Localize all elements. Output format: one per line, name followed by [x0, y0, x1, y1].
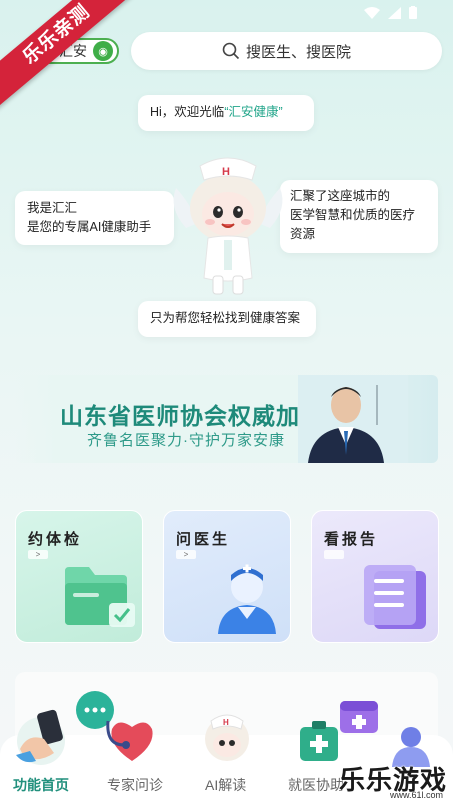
feature-cards: 约体检 > 问医生 > 看报告	[15, 510, 439, 643]
stethoscope-heart-icon	[106, 720, 153, 761]
intro-line: 是您的专属AI健康助手	[27, 220, 152, 234]
tab-home[interactable]: 功能首页	[13, 775, 69, 795]
gather-bubble: 汇聚了这座城市的 医学智慧和优质的医疗 资源	[280, 180, 438, 253]
search-icon	[222, 42, 240, 60]
help-bubble: 只为帮您轻松找到健康答案	[138, 301, 316, 337]
card-arrow: >	[28, 550, 48, 559]
site-watermark-url: www.61l.com	[389, 790, 443, 800]
banner-subtitle: 齐鲁名医聚力·守护万家安康	[87, 432, 285, 449]
card-view-report[interactable]: 看报告	[311, 510, 439, 643]
help-text: 只为帮您轻松找到健康答案	[150, 311, 301, 325]
report-icon	[364, 565, 426, 629]
search-bar[interactable]: 搜医生、搜医院	[131, 32, 442, 70]
card-checkup[interactable]: 约体检 >	[15, 510, 143, 643]
card-title: 看报告	[324, 531, 379, 548]
signal-icon	[388, 6, 401, 19]
svg-text:H: H	[223, 718, 229, 727]
card-ask-doctor[interactable]: 问医生 >	[163, 510, 291, 643]
card-title: 问医生	[176, 531, 231, 548]
intro-line: 我是汇汇	[27, 201, 78, 215]
svg-text:H: H	[222, 166, 230, 178]
calendar-plus-icon	[340, 701, 378, 733]
doctor-portrait-icon	[298, 375, 408, 463]
search-placeholder: 搜医生、搜医院	[245, 43, 351, 61]
doctor-icon	[218, 564, 276, 634]
battery-icon	[409, 6, 417, 19]
card-arrow	[324, 550, 344, 559]
folder-icon	[65, 567, 135, 627]
status-bar	[333, 0, 453, 28]
gather-line: 医学智慧和优质的医疗	[290, 208, 416, 222]
ai-mascot-icon: H	[205, 714, 249, 761]
tab-ai-interpret[interactable]: AI解读	[205, 775, 246, 795]
intro-bubble: 我是汇汇 是您的专属AI健康助手	[15, 191, 174, 245]
greeting-brand: “汇安健康”	[224, 105, 283, 119]
card-arrow: >	[176, 550, 196, 559]
gather-line: 资源	[290, 227, 316, 241]
nurse-mascot-icon[interactable]: H	[168, 148, 288, 298]
greeting-bubble: Hi，欢迎光临“汇安健康”	[138, 95, 314, 131]
card-title: 约体检	[28, 531, 83, 548]
promo-banner[interactable]: 山东省医师协会权威加持 齐鲁名医聚力·守护万家安康	[15, 375, 438, 463]
gather-line: 汇聚了这座城市的	[290, 189, 391, 203]
home-hand-phone-icon	[16, 709, 65, 765]
location-icon: ◉	[93, 41, 113, 61]
tab-medical-assist[interactable]: 就医协助	[288, 775, 344, 795]
wifi-icon	[364, 6, 380, 19]
banner-title: 山东省医师协会权威加持	[60, 403, 324, 429]
tab-expert-consult[interactable]: 专家问诊	[107, 775, 163, 795]
greeting-text: Hi，欢迎光临	[150, 105, 225, 119]
